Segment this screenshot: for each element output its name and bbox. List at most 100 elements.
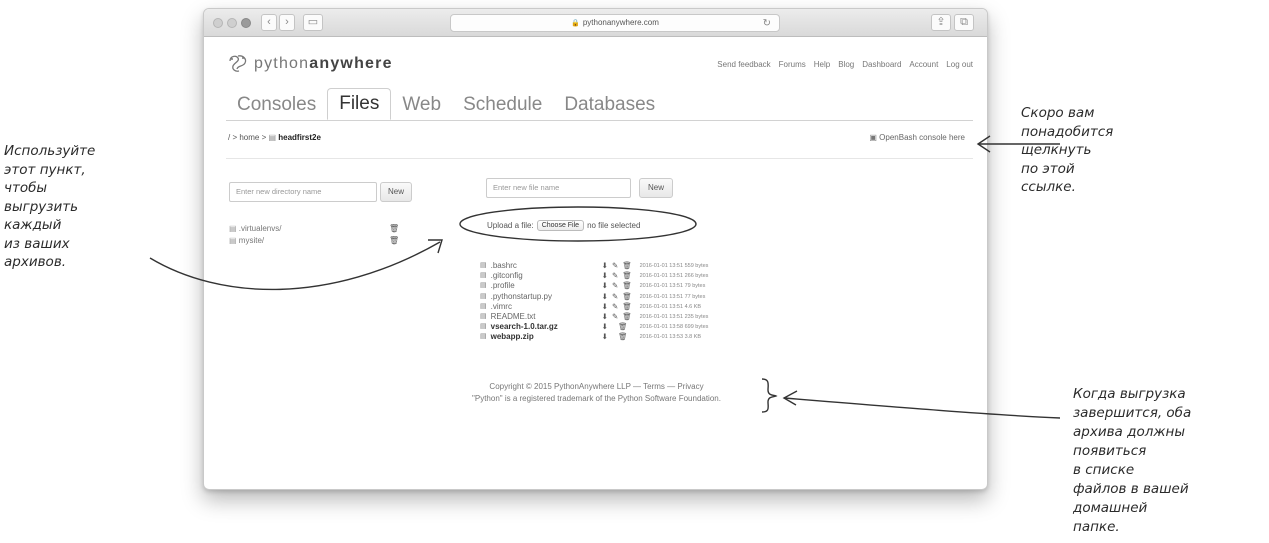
file-meta: 2016-01-01 13:51 77 bytes xyxy=(639,293,706,300)
logo-text-light: python xyxy=(254,55,310,72)
file-name[interactable]: .vimrc xyxy=(491,302,602,312)
sidebar-icon[interactable]: ▭ xyxy=(303,14,323,31)
tab-databases[interactable]: Databases xyxy=(553,90,666,120)
new-file-button[interactable]: New xyxy=(639,178,673,198)
file-icon: ▤ xyxy=(480,323,487,331)
minimize-window-icon[interactable] xyxy=(227,18,237,28)
file-row: ▤ .gitconfig ⬇ ✎ 🗑 2016-01-01 13:51 266 byt… xyxy=(480,271,708,281)
new-file-input[interactable]: Enter new file name xyxy=(486,178,631,198)
annotation-line: завершится, оба xyxy=(1073,405,1192,421)
tab-web[interactable]: Web xyxy=(391,90,452,120)
list-item[interactable]: ▤ mysite/ 🗑 xyxy=(229,235,399,247)
directory-name[interactable]: .virtualenvs/ xyxy=(239,224,282,233)
tab-files[interactable]: Files xyxy=(327,88,392,120)
annotation-line: файлов в вашей xyxy=(1073,481,1189,497)
file-row: ▤ .profile ⬇ ✎ 🗑 2016-01-01 13:51 79 bytes xyxy=(480,281,708,291)
annotation-line: появиться xyxy=(1073,443,1147,459)
file-name[interactable]: .pythonstartup.py xyxy=(491,292,602,302)
file-meta: 2016-01-01 13:51 559 bytes xyxy=(639,263,709,269)
nav-account[interactable]: Account xyxy=(909,60,938,69)
pythonanywhere-logo[interactable]: pythonanywhere xyxy=(226,53,393,75)
file-actions[interactable]: ⬇ ✎ 🗑 xyxy=(602,312,640,322)
annotation-line: в списке xyxy=(1073,462,1135,478)
annotation-line: чтобы xyxy=(4,180,48,196)
browser-toolbar: ‹ › ▭ 🔒 pythonanywhere.com ↻ ⇪ ⧉ xyxy=(204,9,987,37)
file-meta: 2016-01-01 13:53 3.8 KB xyxy=(639,334,702,341)
zoom-window-icon[interactable] xyxy=(241,18,251,28)
file-actions[interactable]: ⬇ 🗑 xyxy=(602,332,640,342)
url-text: pythonanywhere.com xyxy=(582,18,659,27)
forward-icon[interactable]: › xyxy=(279,14,295,31)
back-icon[interactable]: ‹ xyxy=(261,14,277,31)
annotation-left: Используйте этот пункт, чтобы выгрузить … xyxy=(4,142,95,272)
file-name[interactable]: README.txt xyxy=(491,312,602,322)
file-row: ▤ README.txt ⬇ ✎ 🗑 2016-01-01 13:51 235 byt… xyxy=(480,312,708,322)
reload-icon[interactable]: ↻ xyxy=(763,16,771,32)
share-icon[interactable]: ⇪ xyxy=(931,14,951,31)
breadcrumb: / > home > ▤ headfirst2e xyxy=(228,133,321,142)
annotation-line: архива должны xyxy=(1073,424,1185,440)
file-actions[interactable]: ⬇ ✎ 🗑 xyxy=(602,292,640,302)
main-tabs: Consoles Files Web Schedule Databases xyxy=(226,88,666,120)
file-icon: ▤ xyxy=(480,292,487,300)
tab-schedule[interactable]: Schedule xyxy=(452,90,553,120)
file-actions[interactable]: ⬇ ✎ 🗑 xyxy=(602,261,640,271)
file-meta: 2016-01-01 13:51 4.6 KB xyxy=(639,303,702,310)
nav-send-feedback[interactable]: Send feedback xyxy=(717,60,770,69)
new-directory-input[interactable]: Enter new directory name xyxy=(229,182,377,202)
open-bash-link[interactable]: ▣ OpenBash console here xyxy=(869,133,965,142)
file-row: ▤ webapp.zip ⬇ 🗑 2016-01-01 13:53 3.8 KB xyxy=(480,332,708,342)
annotation-line: архивов. xyxy=(4,254,67,270)
file-actions[interactable]: ⬇ ✎ 🗑 xyxy=(602,271,640,281)
annotation-line: понадобится xyxy=(1021,123,1114,140)
tab-consoles[interactable]: Consoles xyxy=(226,90,327,120)
folder-icon: ▤ xyxy=(268,133,279,142)
address-bar[interactable]: 🔒 pythonanywhere.com ↻ xyxy=(450,14,780,32)
file-actions[interactable]: ⬇ 🗑 xyxy=(602,322,640,332)
nav-log-out[interactable]: Log out xyxy=(946,60,973,69)
tabs-icon[interactable]: ⧉ xyxy=(954,14,974,31)
file-icon: ▤ xyxy=(480,262,487,269)
file-actions[interactable]: ⬇ ✎ 🗑 xyxy=(602,302,640,312)
annotation-line: Используйте xyxy=(4,143,96,159)
directory-name[interactable]: mysite/ xyxy=(239,236,264,245)
file-icon: ▤ xyxy=(480,302,487,310)
footer-trademark: "Python" is a registered trademark of th… xyxy=(472,394,721,403)
annotation-line: этот пункт, xyxy=(4,161,86,178)
top-navigation: Send feedback Forums Help Blog Dashboard… xyxy=(717,60,973,69)
section-divider xyxy=(226,158,973,159)
nav-forums[interactable]: Forums xyxy=(779,60,806,69)
no-file-text: no file selected xyxy=(587,221,641,230)
file-list: ▤ .bashrc ⬇ ✎ 🗑 2016-01-01 13:51 559 bytes … xyxy=(480,261,708,343)
close-window-icon[interactable] xyxy=(213,18,223,28)
upload-label: Upload a file: xyxy=(487,221,534,230)
annotation-line: домашней xyxy=(1073,500,1148,516)
file-name[interactable]: vsearch-1.0.tar.gz xyxy=(491,322,602,332)
lock-icon: 🔒 xyxy=(571,20,580,27)
file-icon: ▤ xyxy=(480,312,487,320)
new-directory-button[interactable]: New xyxy=(380,182,412,202)
nav-blog[interactable]: Blog xyxy=(838,60,854,69)
annotation-line: выгрузить xyxy=(4,198,79,215)
file-meta: 2016-01-01 13:51 235 bytes xyxy=(639,313,709,320)
annotation-line: папке. xyxy=(1073,519,1120,535)
file-icon: ▤ xyxy=(480,272,487,280)
file-actions[interactable]: ⬇ ✎ 🗑 xyxy=(602,281,640,291)
list-item[interactable]: ▤ .virtualenvs/ 🗑 xyxy=(229,223,399,235)
file-meta: 2016-01-01 13:58 699 bytes xyxy=(639,324,709,331)
trash-icon[interactable]: 🗑 xyxy=(389,223,399,235)
file-icon: ▤ xyxy=(480,282,487,290)
nav-help[interactable]: Help xyxy=(814,60,830,69)
trash-icon[interactable]: 🗑 xyxy=(389,235,399,247)
nav-dashboard[interactable]: Dashboard xyxy=(862,60,901,69)
file-name[interactable]: .profile xyxy=(491,281,602,291)
browser-window: ‹ › ▭ 🔒 pythonanywhere.com ↻ ⇪ ⧉ pythonan… xyxy=(203,8,988,490)
tabs-divider xyxy=(226,120,973,121)
breadcrumb-path[interactable]: / > home > xyxy=(228,133,268,142)
file-name[interactable]: .gitconfig xyxy=(491,271,602,281)
file-name[interactable]: .bashrc xyxy=(491,261,602,271)
file-icon: ▤ xyxy=(480,333,487,341)
choose-file-button[interactable]: Choose File xyxy=(536,220,585,231)
file-name[interactable]: webapp.zip xyxy=(491,332,602,342)
open-bash-label: OpenBash console here xyxy=(879,133,965,142)
